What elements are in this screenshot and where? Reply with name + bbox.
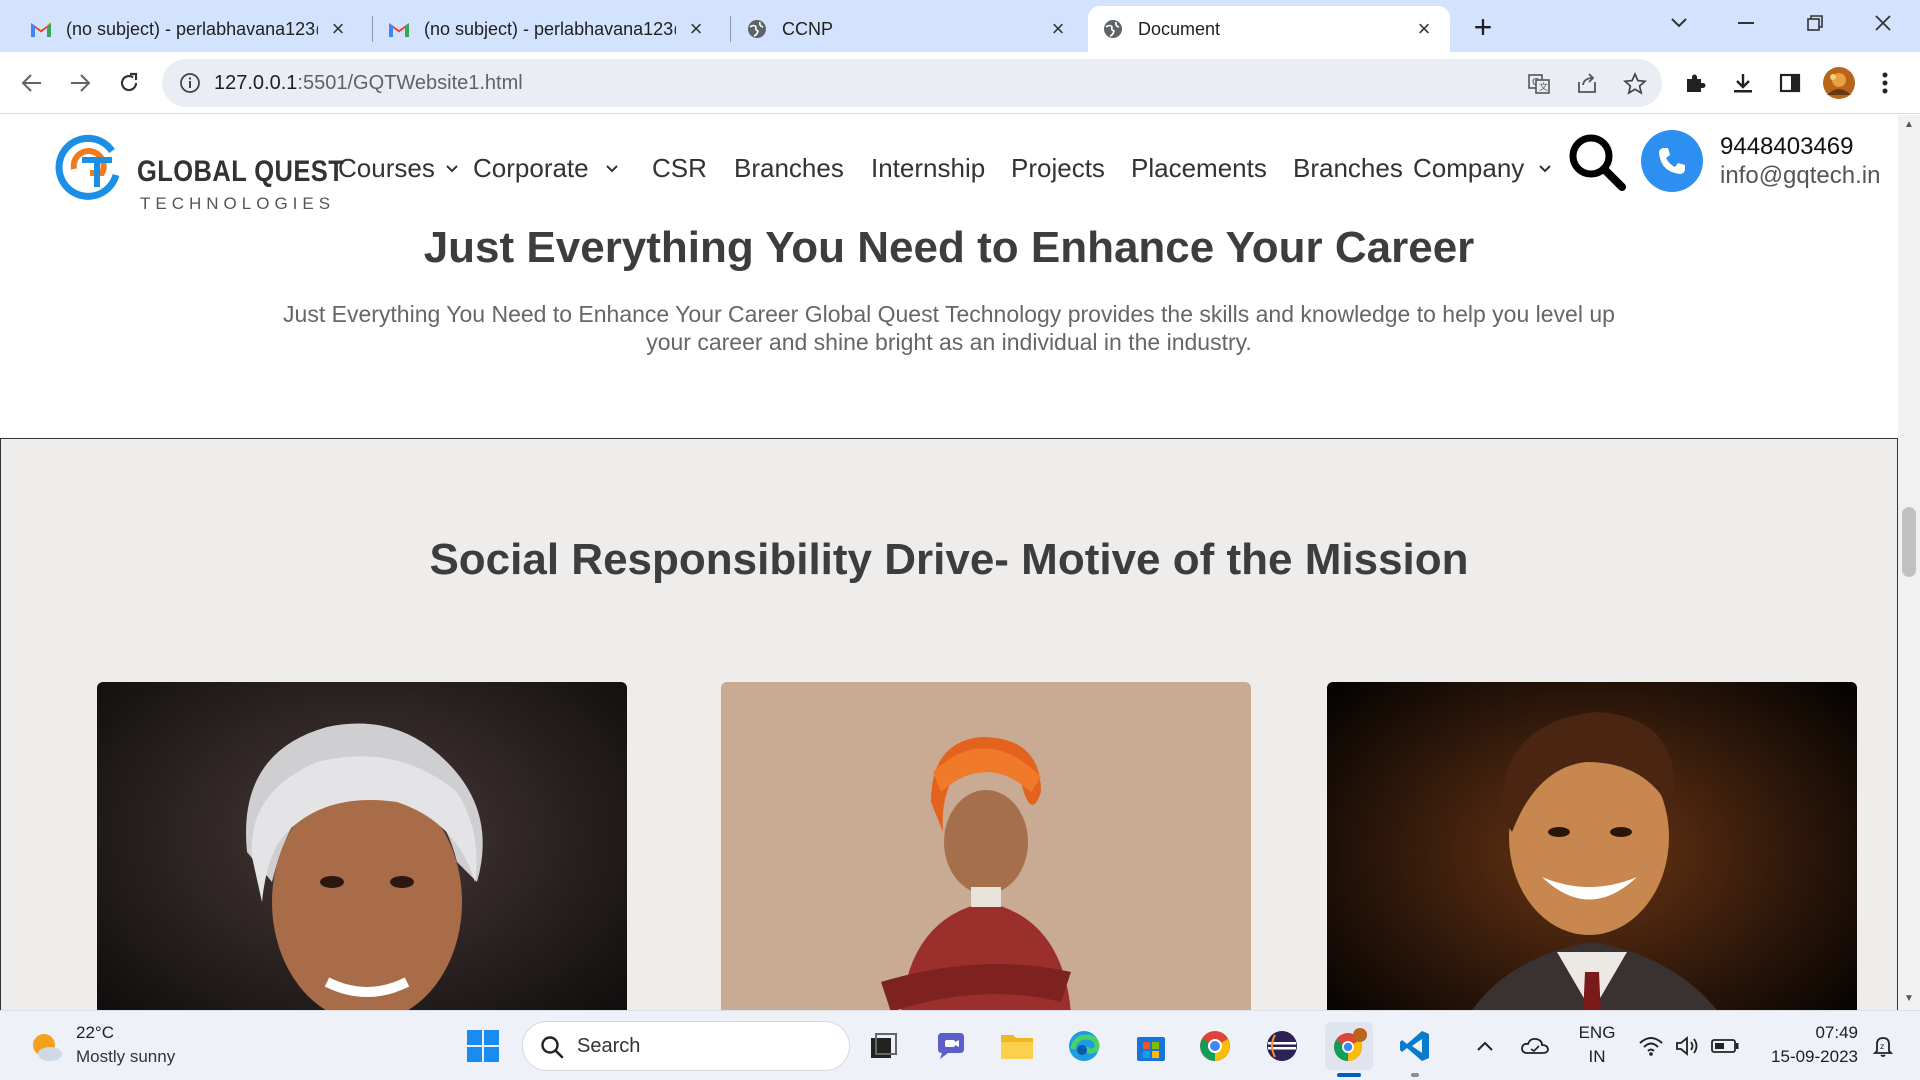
- chevron-down-icon: [445, 164, 459, 174]
- scroll-down-icon[interactable]: ▼: [1903, 993, 1915, 1005]
- browser-tab[interactable]: (no subject) - perlabhavana123@ ×: [16, 6, 364, 52]
- globe-icon: [1102, 18, 1124, 40]
- menu-item-branches[interactable]: Branches: [734, 153, 844, 184]
- eclipse-icon[interactable]: [1261, 1025, 1303, 1067]
- back-arrow-icon[interactable]: [14, 65, 50, 101]
- scroll-up-icon[interactable]: ▲: [1903, 119, 1915, 131]
- tab-title: (no subject) - perlabhavana123@: [66, 18, 318, 39]
- globe-icon: [746, 18, 768, 40]
- close-tab-icon[interactable]: ×: [1412, 16, 1436, 41]
- show-hidden-icons-chevron-icon[interactable]: [1470, 1025, 1500, 1067]
- battery-icon[interactable]: [1706, 1025, 1744, 1067]
- browser-toolbar: 127.0.0.1:5501/GQTWebsite1.html G文: [0, 52, 1920, 114]
- browser-tab-active[interactable]: Document ×: [1088, 6, 1450, 52]
- volume-icon[interactable]: [1670, 1025, 1704, 1067]
- new-tab-icon[interactable]: +: [1466, 9, 1500, 45]
- tab-title: Document: [1138, 18, 1221, 39]
- weather-desc[interactable]: Mostly sunny: [76, 1047, 175, 1067]
- url-text[interactable]: 127.0.0.1:5501/GQTWebsite1.html: [214, 72, 523, 95]
- share-icon[interactable]: [1574, 71, 1600, 97]
- browser-tab[interactable]: (no subject) - perlabhavana123@ ×: [374, 6, 722, 52]
- more-menu-icon[interactable]: [1870, 68, 1900, 98]
- onedrive-cloud-icon[interactable]: [1518, 1025, 1552, 1067]
- browser-tab[interactable]: CCNP ×: [732, 6, 1084, 52]
- page-scrollbar[interactable]: ▲ ▼: [1898, 115, 1920, 1010]
- clock[interactable]: 07:49 15-09-2023: [1754, 1023, 1858, 1067]
- menu-item-branches-2[interactable]: Branches: [1293, 153, 1403, 184]
- csr-card-portrait-2[interactable]: [721, 682, 1251, 1010]
- reload-icon[interactable]: [111, 65, 147, 101]
- portrait-image: [1327, 682, 1857, 1010]
- restore-icon[interactable]: [1784, 0, 1846, 46]
- menu-item-csr[interactable]: CSR: [652, 153, 707, 184]
- chrome-icon[interactable]: [1194, 1025, 1236, 1067]
- site-header: GLOBAL QUEST TECHNOLOGIES Courses Corpor…: [0, 115, 1898, 225]
- wifi-icon[interactable]: [1634, 1025, 1668, 1067]
- csr-title: Social Responsibility Drive- Motive of t…: [429, 535, 1469, 584]
- chevron-down-icon: [1538, 164, 1552, 174]
- browser-tab-bar: (no subject) - perlabhavana123@ × (no su…: [0, 0, 1920, 52]
- svg-text:文: 文: [1539, 81, 1548, 93]
- contact-phone[interactable]: 9448403469: [1720, 133, 1853, 161]
- phone-icon[interactable]: [1641, 130, 1703, 192]
- language-indicator[interactable]: ENG IN: [1572, 1023, 1622, 1067]
- logo-name: GLOBAL QUEST: [137, 155, 345, 188]
- csr-section: Social Responsibility Drive- Motive of t…: [0, 438, 1898, 1010]
- search-icon: [539, 1034, 565, 1065]
- microsoft-store-icon[interactable]: [1130, 1025, 1172, 1067]
- bookmark-star-icon[interactable]: [1622, 71, 1648, 97]
- tab-search-chevron-icon[interactable]: [1648, 0, 1710, 46]
- translate-icon[interactable]: G文: [1526, 71, 1552, 97]
- menu-item-company[interactable]: Company: [1413, 153, 1552, 184]
- download-icon[interactable]: [1728, 68, 1758, 98]
- portrait-image: [97, 682, 627, 1010]
- close-window-icon[interactable]: [1852, 0, 1914, 46]
- tab-title: (no subject) - perlabhavana123@: [424, 18, 676, 39]
- logo[interactable]: GLOBAL QUEST TECHNOLOGIES: [54, 131, 344, 213]
- portrait-image: [721, 682, 1251, 1010]
- windows-start-icon[interactable]: [462, 1025, 504, 1067]
- taskbar-search[interactable]: Search: [522, 1021, 850, 1071]
- minimize-icon[interactable]: [1716, 0, 1778, 46]
- notification-bell-icon[interactable]: z: [1866, 1025, 1900, 1067]
- gmail-icon: [388, 18, 410, 40]
- weather-sun-icon[interactable]: [28, 1029, 64, 1065]
- hero-text: Just Everything You Need to Enhance Your…: [283, 301, 1615, 355]
- close-tab-icon[interactable]: ×: [1046, 16, 1070, 41]
- forward-arrow-icon[interactable]: [62, 65, 98, 101]
- close-tab-icon[interactable]: ×: [684, 16, 708, 41]
- scrollbar-thumb[interactable]: [1902, 507, 1916, 577]
- menu-item-courses[interactable]: Courses: [338, 153, 459, 184]
- logo-mark-icon: [55, 134, 120, 200]
- extensions-puzzle-icon[interactable]: [1680, 68, 1710, 98]
- search-icon[interactable]: [1566, 131, 1628, 193]
- page-viewport: GLOBAL QUEST TECHNOLOGIES Courses Corpor…: [0, 115, 1898, 1010]
- edge-browser-icon[interactable]: [1063, 1025, 1105, 1067]
- file-explorer-icon[interactable]: [996, 1025, 1038, 1067]
- logo-subtitle: TECHNOLOGIES: [140, 194, 336, 213]
- csr-card-portrait-1[interactable]: [97, 682, 627, 1010]
- menu-item-projects[interactable]: Projects: [1011, 153, 1105, 184]
- close-tab-icon[interactable]: ×: [326, 16, 350, 41]
- menu-item-internship[interactable]: Internship: [871, 153, 985, 184]
- teams-chat-icon[interactable]: [930, 1025, 972, 1067]
- gmail-icon: [30, 18, 52, 40]
- weather-temp[interactable]: 22°C: [76, 1023, 114, 1043]
- side-panel-icon[interactable]: [1775, 68, 1805, 98]
- address-bar[interactable]: 127.0.0.1:5501/GQTWebsite1.html G文: [162, 59, 1662, 107]
- chrome-profile-icon[interactable]: [1325, 1022, 1373, 1070]
- menu-item-placements[interactable]: Placements: [1131, 153, 1267, 184]
- tab-title: CCNP: [782, 18, 834, 39]
- csr-card-portrait-3[interactable]: [1327, 682, 1857, 1010]
- chevron-down-icon: [605, 164, 619, 174]
- site-info-icon[interactable]: [178, 71, 202, 95]
- contact-email[interactable]: info@gqtech.in: [1720, 162, 1880, 190]
- task-view-icon[interactable]: [862, 1025, 904, 1067]
- menu-item-corporate[interactable]: Corporate: [473, 153, 619, 184]
- vscode-icon[interactable]: [1394, 1025, 1436, 1067]
- svg-text:z: z: [1880, 1042, 1884, 1051]
- windows-taskbar: 22°C Mostly sunny Search ENG IN 07:49 15…: [0, 1010, 1920, 1080]
- profile-avatar[interactable]: [1822, 66, 1856, 100]
- hero-title: Just Everything You Need to Enhance Your…: [423, 223, 1475, 272]
